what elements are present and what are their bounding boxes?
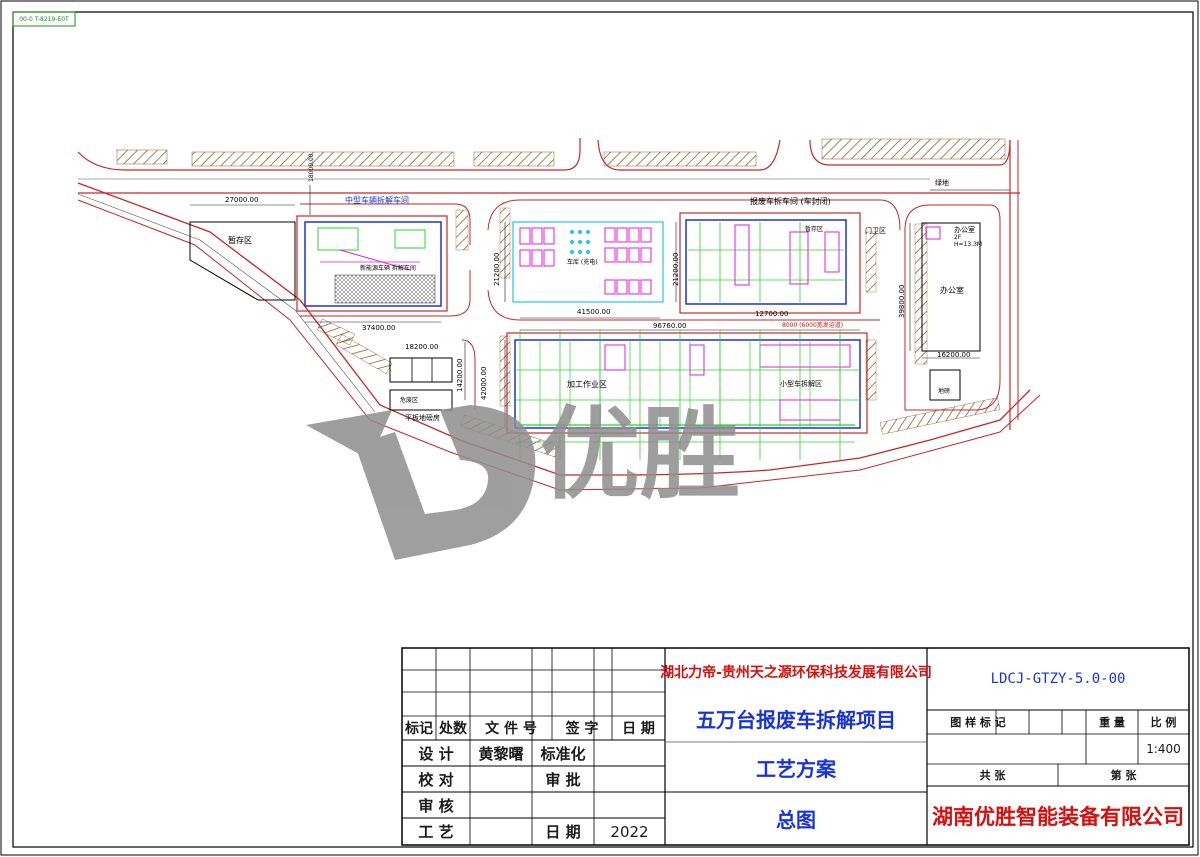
project-name: 五万台报废车拆解项目 xyxy=(696,707,896,732)
check-label: 校 对 xyxy=(418,770,454,789)
slope-hatch xyxy=(879,397,1001,435)
slope-hatch xyxy=(865,231,877,293)
corner-tag: 00-0 T-8219-E0T xyxy=(19,15,69,23)
company-name: 湖南优胜智能装备有限公司 xyxy=(932,805,1184,829)
watermark-logo xyxy=(306,405,536,560)
dimension-41500: 41500.00 xyxy=(577,308,611,316)
mark-label: 图 样 标 记 xyxy=(950,716,1006,729)
scrap-dismantle-label: 报废车拆车间 (车封闭) xyxy=(750,197,831,206)
mid-dismantle-label: 中型车辆拆解车间 xyxy=(345,196,409,205)
review-label: 审 核 xyxy=(418,796,454,815)
workshop-equipment xyxy=(394,229,426,249)
dimension-16200: 16200.00 xyxy=(937,351,971,359)
rev-header-mark: 标记 xyxy=(405,721,433,737)
scale-room xyxy=(389,357,453,383)
client-name: 湖北力帝-贵州天之源环保科技发展有限公司 xyxy=(660,665,932,681)
year-value: 2022 xyxy=(610,822,649,841)
workshop-center-equipment xyxy=(734,224,840,286)
rev-header-sign: 签 字 xyxy=(565,721,599,737)
rev-header-date: 日 期 xyxy=(622,721,655,737)
standard-label: 标准化 xyxy=(540,744,586,763)
charging-points xyxy=(570,230,590,254)
dimension-27000: 27000.00 xyxy=(225,196,259,204)
dimension-road-width: 8000 (6000宽发运道) xyxy=(782,322,844,329)
sheet-number-label: 第 张 xyxy=(1110,769,1137,782)
workshop-equipment xyxy=(317,227,359,251)
rev-header-count: 处数 xyxy=(439,721,467,737)
scale-label: 比 例 xyxy=(1150,716,1177,729)
storage-area xyxy=(189,221,296,301)
storage-area-label: 暂存区 xyxy=(228,236,252,245)
scale-value: 1:400 xyxy=(1146,742,1181,756)
dimension-96760: 96760.00 xyxy=(653,322,687,330)
dimension-37400: 37400.00 xyxy=(362,324,396,332)
dimension-21200-a: 21200.00 xyxy=(493,252,501,286)
scale-room-label: 平板地磅房 xyxy=(405,414,440,422)
dimension-21200-b: 21200.00 xyxy=(672,252,680,286)
small-dismantle-label: 小型车拆解区 xyxy=(780,380,822,388)
slope-hatch xyxy=(473,151,555,167)
drawing-number: LDCJ-GTZY-5.0-00 xyxy=(990,671,1126,687)
scheme-name: 工艺方案 xyxy=(756,756,836,781)
approve-label: 审 批 xyxy=(545,770,581,789)
slope-hatch xyxy=(191,151,455,167)
special-dismantle-label: 新能源车辆 拆解车间 xyxy=(360,265,416,272)
slope-hatch xyxy=(335,334,393,374)
office-small xyxy=(925,226,941,240)
watermark-text: 优胜 xyxy=(540,395,740,513)
date-label: 日 期 xyxy=(545,823,581,841)
dimension-42000: 42000.00 xyxy=(480,366,488,400)
rev-header-doc: 文 件 号 xyxy=(485,721,537,737)
guard-label: 门卫区 xyxy=(865,227,886,235)
storage-b-label: 暂存区 xyxy=(805,226,824,233)
office-building-label: 办公室 xyxy=(940,286,964,295)
weight-label: 重 量 xyxy=(1099,716,1125,729)
total-sheets-label: 共 张 xyxy=(979,769,1006,782)
weighbridge-label: 地磅 xyxy=(938,388,951,395)
process-label: 工 艺 xyxy=(418,823,454,841)
dimension-14200: 14200.00 xyxy=(456,358,464,392)
slope-hatch xyxy=(116,149,168,165)
dimension-39800: 39800.00 xyxy=(898,284,906,318)
dimension-12700: 12700.00 xyxy=(755,310,789,318)
drawing-name: 总图 xyxy=(776,808,816,832)
office-height-label: H=13.3M xyxy=(954,241,983,248)
parking-label: 车库 (充电) xyxy=(567,259,598,266)
workshop-center-outer xyxy=(679,212,861,314)
designer-name: 黄黎曙 xyxy=(478,744,524,763)
road-green-label: 绿地 xyxy=(935,179,949,187)
slope-hatch xyxy=(455,209,469,251)
workshop-grid xyxy=(334,274,436,304)
workshop-center-lines xyxy=(688,222,844,302)
dimension-18200: 18200.00 xyxy=(405,343,439,351)
slope-hatch xyxy=(914,223,928,365)
slope-hatch xyxy=(603,151,757,167)
slope-hatch xyxy=(821,138,1006,160)
boundary-line xyxy=(77,193,376,413)
dimension-18000: 18000.00 xyxy=(308,153,315,182)
hazard-room-label: 危废区 xyxy=(400,397,419,404)
design-label: 设 计 xyxy=(418,744,454,763)
